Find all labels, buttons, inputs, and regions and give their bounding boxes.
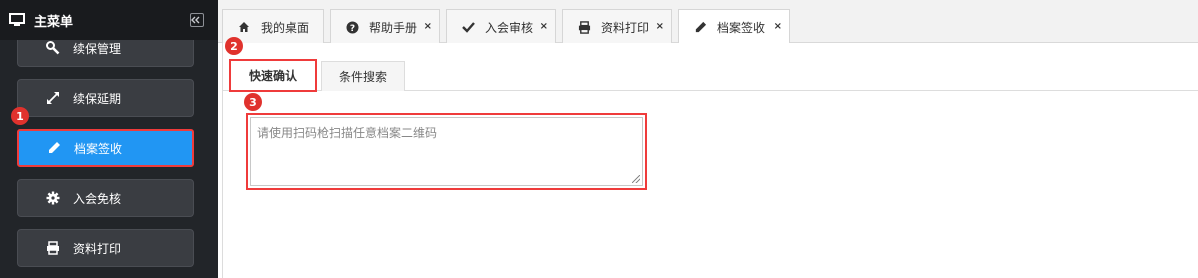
- home-icon: [237, 20, 251, 34]
- tab-document-print[interactable]: 资料打印 ×: [562, 9, 672, 44]
- wrench-icon: [45, 40, 61, 56]
- expand-arrows-icon: [45, 90, 61, 106]
- sidebar-item-label: 入会免核: [73, 191, 122, 206]
- close-icon[interactable]: ×: [540, 21, 548, 32]
- sidebar-item-archive-signoff[interactable]: 档案签收: [17, 129, 194, 167]
- subtab-quick-confirm[interactable]: 快速确认: [229, 59, 317, 92]
- tab-bar: 我的桌面 ? 帮助手册 × 入会审核 × 资料打印 × 档案签收 ×: [218, 0, 1198, 44]
- callout-badge-1: 1: [11, 107, 29, 125]
- subtab-label: 快速确认: [248, 69, 297, 83]
- tab-label: 入会审核: [485, 20, 534, 35]
- qr-scan-input[interactable]: [250, 117, 643, 186]
- tab-archive-signoff[interactable]: 档案签收 ×: [678, 9, 790, 44]
- sidebar-item-label: 档案签收: [74, 141, 123, 156]
- sidebar-item-membership-exempt[interactable]: 入会免核: [17, 179, 194, 217]
- tab-membership-review[interactable]: 入会审核 ×: [446, 9, 556, 44]
- tab-label: 我的桌面: [261, 20, 310, 35]
- question-circle-icon: ?: [345, 20, 359, 34]
- app-root: 主菜单 续保管理 续保延期 档案签收 入会免核 资料打印 1 我的桌面 ? 帮助…: [0, 0, 1198, 278]
- tab-label: 帮助手册: [369, 20, 418, 35]
- tab-help-manual[interactable]: ? 帮助手册 ×: [330, 9, 440, 44]
- tab-label: 档案签收: [717, 20, 766, 35]
- tab-label: 资料打印: [601, 20, 650, 35]
- svg-text:?: ?: [349, 24, 354, 34]
- monitor-icon: [9, 13, 25, 27]
- collapse-sidebar-button[interactable]: [190, 13, 204, 27]
- sidebar: 主菜单 续保管理 续保延期 档案签收 入会免核 资料打印: [0, 0, 218, 278]
- callout-badge-3: 3: [244, 93, 262, 111]
- double-chevron-left-icon: [191, 16, 201, 24]
- close-icon[interactable]: ×: [656, 21, 664, 32]
- sidebar-item-label: 续保延期: [73, 91, 122, 106]
- close-icon[interactable]: ×: [424, 21, 432, 32]
- scan-input-highlight: [246, 113, 647, 190]
- check-icon: [461, 20, 475, 34]
- pencil-icon: [693, 20, 707, 34]
- sidebar-header: 主菜单: [0, 0, 218, 40]
- printer-icon: [577, 20, 591, 34]
- callout-badge-2: 2: [225, 37, 243, 55]
- sidebar-item-label: 资料打印: [73, 241, 122, 256]
- sidebar-item-label: 续保管理: [73, 41, 122, 56]
- pencil-icon: [46, 140, 62, 156]
- close-icon[interactable]: ×: [774, 21, 782, 32]
- gear-icon: [45, 190, 61, 206]
- sidebar-title: 主菜单: [34, 14, 74, 30]
- resize-grip-icon[interactable]: [632, 175, 640, 183]
- sub-tab-bar: 快速确认 条件搜索: [223, 59, 1198, 92]
- subtab-label: 条件搜索: [338, 70, 387, 84]
- printer-icon: [45, 240, 61, 256]
- sidebar-item-renewal-extend[interactable]: 续保延期: [17, 79, 194, 117]
- sidebar-item-document-print[interactable]: 资料打印: [17, 229, 194, 267]
- subtab-condition-search[interactable]: 条件搜索: [321, 61, 405, 91]
